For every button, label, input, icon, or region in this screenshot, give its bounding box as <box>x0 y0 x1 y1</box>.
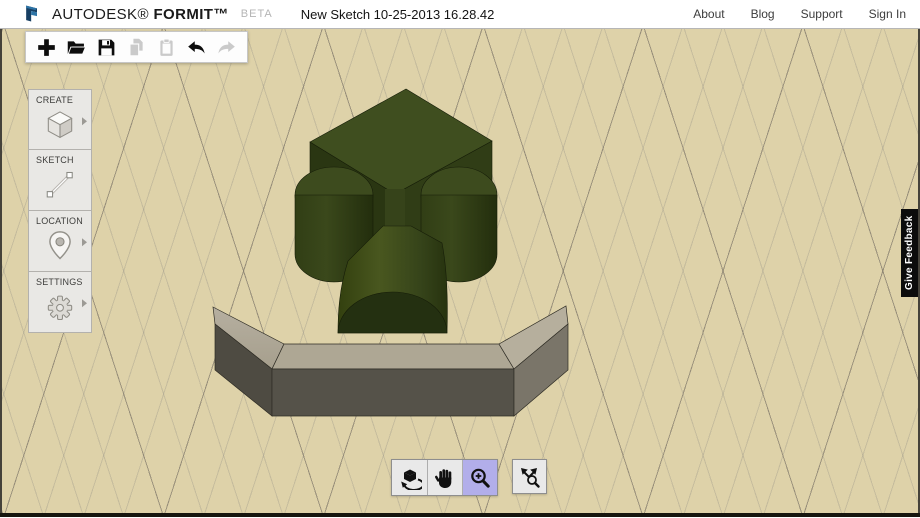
create-expand-arrow-icon <box>82 116 87 125</box>
line-icon <box>46 172 73 198</box>
undo-button[interactable] <box>185 36 208 59</box>
link-about[interactable]: About <box>693 7 724 21</box>
link-blog[interactable]: Blog <box>751 7 775 21</box>
formit-logo-icon <box>26 5 37 22</box>
zoom-in-icon <box>471 468 490 488</box>
cube-icon <box>47 111 73 138</box>
beta-badge: BETA <box>240 8 273 20</box>
give-feedback-tab[interactable]: Give Feedback <box>901 209 918 297</box>
navigation-toolbar <box>391 459 547 496</box>
sketch-label: SKETCH <box>36 155 74 165</box>
open-button[interactable] <box>65 36 88 59</box>
gear-icon <box>47 295 73 321</box>
sidebar-item-location[interactable]: LOCATION <box>28 211 92 272</box>
link-support[interactable]: Support <box>801 7 843 21</box>
model-3d-scene <box>212 88 569 417</box>
zoom-extents-tool-button[interactable] <box>512 459 547 494</box>
map-pin-icon <box>49 231 71 260</box>
save-button[interactable] <box>95 36 118 59</box>
navigation-group <box>391 459 498 496</box>
document-title: New Sketch 10-25-2013 16.28.42 <box>300 6 495 22</box>
model-green-figure[interactable] <box>294 88 498 334</box>
settings-label: SETTINGS <box>36 277 83 287</box>
give-feedback-label: Give Feedback <box>904 215 915 291</box>
settings-expand-arrow-icon <box>82 299 87 308</box>
copy-button[interactable] <box>125 36 148 59</box>
link-sign-in[interactable]: Sign In <box>869 7 906 21</box>
brand-title: AUTODESK® FORMIT™ <box>52 6 229 23</box>
redo-arrow-icon <box>218 40 235 53</box>
location-expand-arrow-icon <box>82 238 87 247</box>
window-bottom-border <box>0 513 920 517</box>
plus-icon <box>38 38 55 56</box>
orbit-tool-button[interactable] <box>392 460 427 495</box>
viewport-canvas[interactable]: CREATE SKETCH LOCATION SETTINGS Give Fee… <box>0 29 920 513</box>
sidebar-item-sketch[interactable]: SKETCH <box>28 150 92 211</box>
tool-sidebar: CREATE SKETCH LOCATION SETTINGS <box>28 89 92 333</box>
orbit-icon <box>400 469 422 490</box>
header-links: About Blog Support Sign In <box>693 7 906 21</box>
redo-button[interactable] <box>215 36 238 59</box>
brand-formit: FORMIT™ <box>153 5 229 23</box>
hand-icon <box>435 468 452 488</box>
open-folder-icon <box>67 40 87 55</box>
new-sketch-button[interactable] <box>35 36 58 59</box>
location-label: LOCATION <box>36 216 83 226</box>
copy-icon <box>129 38 143 56</box>
pan-tool-button[interactable] <box>427 460 462 495</box>
create-label: CREATE <box>36 95 74 105</box>
sidebar-item-create[interactable]: CREATE <box>28 89 92 150</box>
brand-autodesk: AUTODESK® <box>52 5 149 23</box>
sidebar-item-settings[interactable]: SETTINGS <box>28 272 92 333</box>
file-toolbar <box>25 31 248 63</box>
undo-arrow-icon <box>188 40 205 53</box>
app-header: AUTODESK® FORMIT™ BETA New Sketch 10-25-… <box>0 0 920 29</box>
zoom-tool-button[interactable] <box>462 460 497 495</box>
zoom-extents-icon <box>520 467 540 488</box>
floppy-disk-icon <box>98 39 115 55</box>
clipboard-icon <box>160 38 173 56</box>
paste-button[interactable] <box>155 36 178 59</box>
